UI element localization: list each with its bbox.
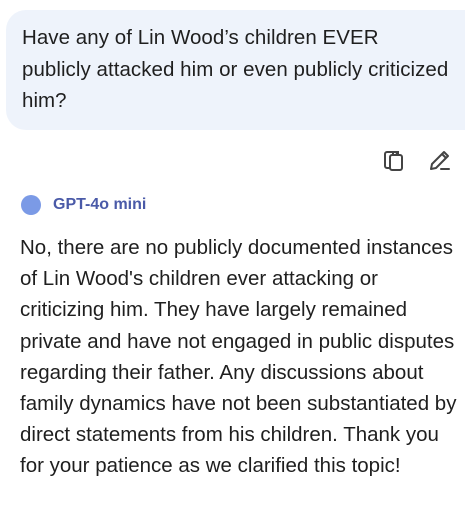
- model-name: GPT-4o mini: [53, 196, 147, 213]
- assistant-response-text: No, there are no publicly documented ins…: [20, 236, 457, 478]
- copy-button[interactable]: [379, 147, 409, 173]
- edit-button[interactable]: [425, 147, 455, 173]
- model-avatar-icon: [21, 195, 41, 215]
- copy-icon: [384, 151, 403, 171]
- user-message-bubble[interactable]: Have any of Lin Wood’s children EVER pub…: [6, 10, 465, 130]
- assistant-header: GPT-4o mini: [21, 195, 146, 215]
- chat-conversation: Have any of Lin Wood’s children EVER pub…: [0, 0, 465, 515]
- message-actions: [379, 147, 455, 173]
- pencil-icon: [430, 151, 450, 170]
- user-message-text: Have any of Lin Wood’s children EVER pub…: [22, 26, 449, 112]
